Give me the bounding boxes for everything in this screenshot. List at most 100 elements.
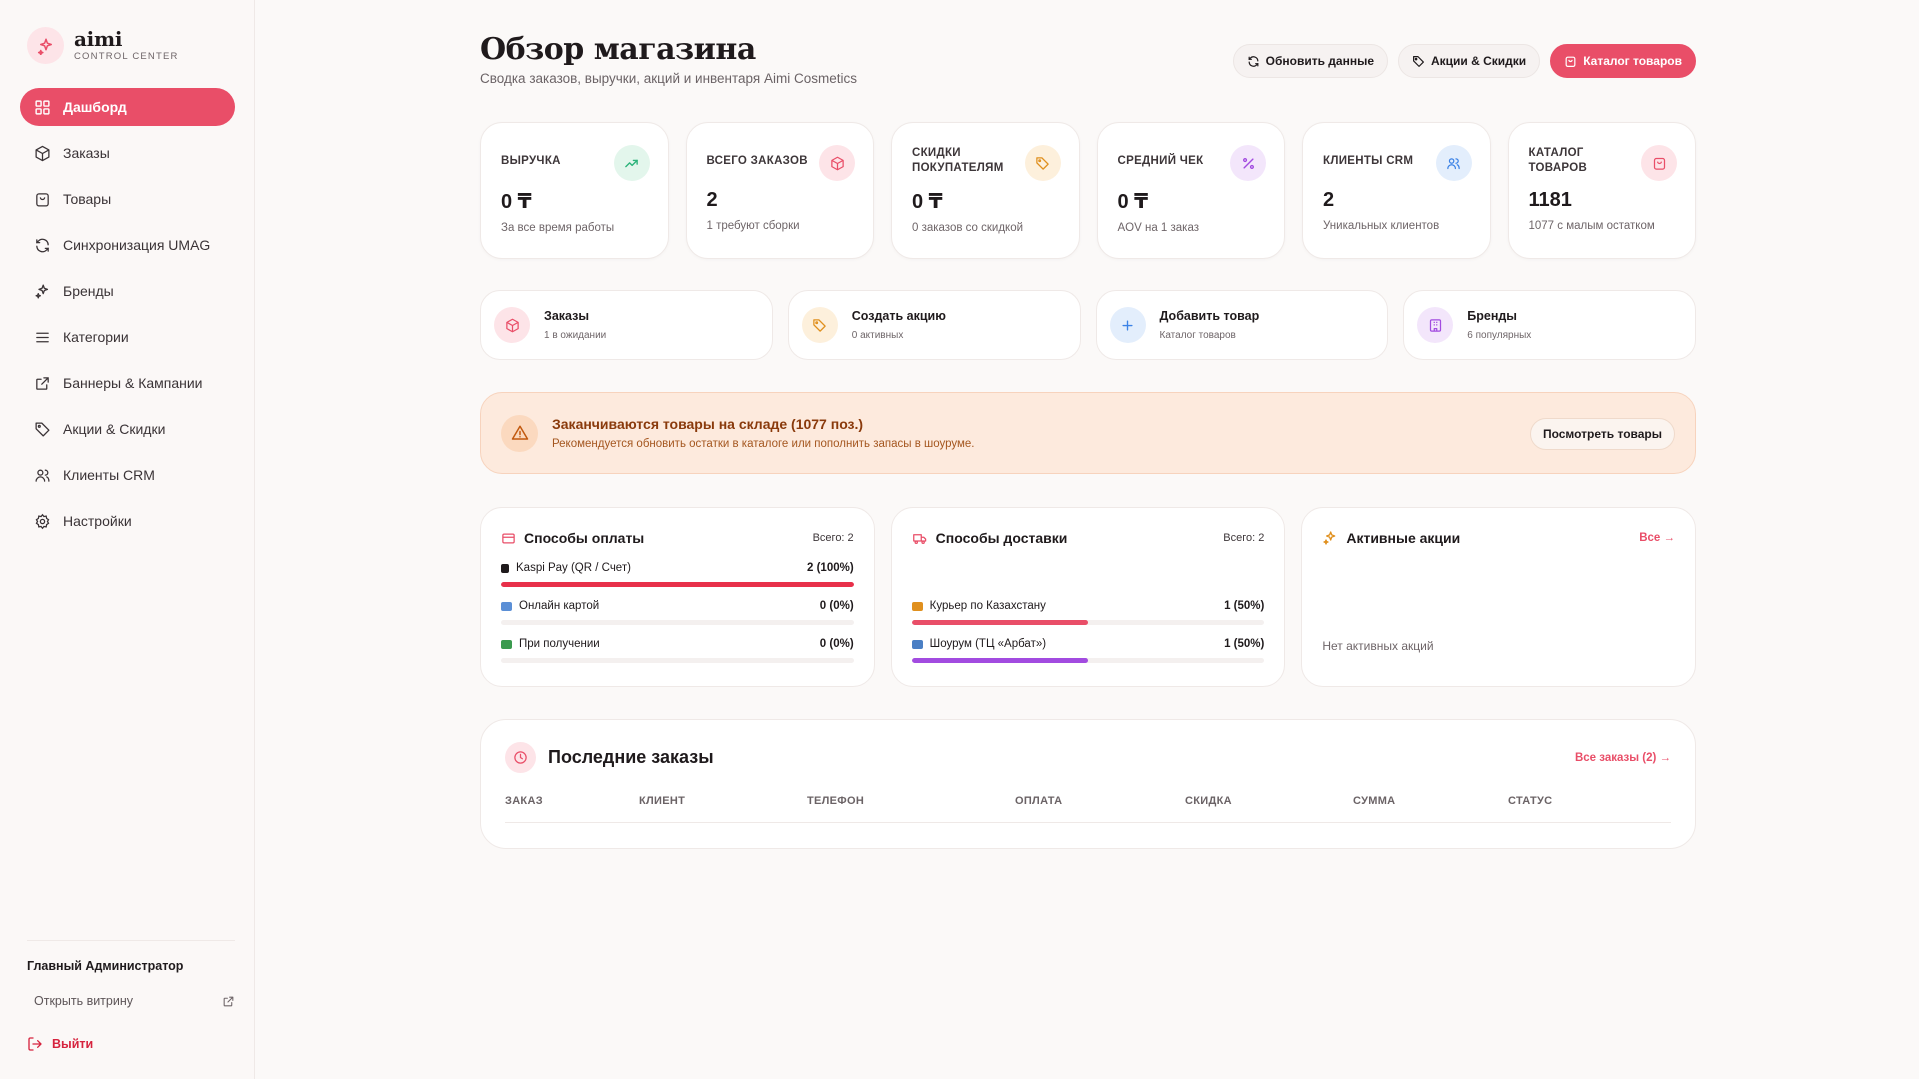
low-stock-alert: Заканчиваются товары на складе (1077 поз… xyxy=(480,392,1696,474)
catalog-button[interactable]: Каталог товаров xyxy=(1550,44,1696,78)
progress-bar xyxy=(501,658,854,663)
row-value: 1 (50%) xyxy=(1224,600,1265,612)
sidebar-item-products[interactable]: Товары xyxy=(20,180,235,218)
sparkle-icon xyxy=(35,283,49,299)
page-subtitle: Сводка заказов, выручки, акций и инвента… xyxy=(480,71,857,86)
stat-card-discounts: Скидки покупателям 0 ₸ 0 заказов со скид… xyxy=(891,122,1080,259)
stat-card-crm: Клиенты CRM 2 Уникальных клиентов xyxy=(1302,122,1491,259)
quick-title: Заказы xyxy=(544,309,590,323)
row-name: Курьер по Казахстану xyxy=(929,600,1046,612)
quick-sub: Каталог товаров xyxy=(1159,330,1236,341)
stat-card-revenue: Выручка 0 ₸ За все время работы xyxy=(480,122,669,259)
row-value: 0 (0%) xyxy=(819,638,854,650)
sidebar-item-label: Заказы xyxy=(63,145,110,161)
external-icon xyxy=(36,376,49,390)
quick-brands[interactable]: Бренды 6 популярных xyxy=(1403,290,1696,360)
plus-icon xyxy=(1109,307,1146,343)
stat-value: 2 xyxy=(706,189,718,211)
all-orders-link[interactable]: Все заказы (2) → xyxy=(1575,752,1671,764)
credit-card-icon xyxy=(502,533,515,543)
box-icon xyxy=(819,145,855,181)
external-link-icon xyxy=(223,996,234,1006)
alert-subtitle: Рекомендуется обновить остатки в каталог… xyxy=(552,438,975,450)
stat-caption: 1 требуют сборки xyxy=(706,220,800,232)
stat-label: Всего заказов xyxy=(706,154,808,167)
column-header[interactable]: Скидка xyxy=(1185,795,1232,807)
sync-icon xyxy=(1248,55,1259,67)
sidebar-item-label: Категории xyxy=(63,329,129,345)
sidebar-item-crm[interactable]: Клиенты CRM xyxy=(20,456,235,494)
admin-name: Главный Администратор xyxy=(27,959,184,973)
stat-label: Клиенты CRM xyxy=(1323,154,1414,167)
payment-methods-panel: Способы оплаты Всего: 2 Kaspi Pay (QR / … xyxy=(480,507,875,687)
column-header[interactable]: Оплата xyxy=(1015,795,1062,807)
all-promos-link[interactable]: Все → xyxy=(1639,532,1675,544)
brand[interactable]: aimi CONTROL CENTER xyxy=(27,27,179,64)
sidebar-item-promos[interactable]: Акции & Скидки xyxy=(20,410,235,448)
column-header[interactable]: Статус xyxy=(1508,795,1552,807)
payment-row: При получении 0 (0%) xyxy=(501,638,854,663)
panel-title: Способы доставки xyxy=(935,530,1068,546)
clock-icon xyxy=(505,742,536,773)
sidebar-item-categories[interactable]: Категории xyxy=(20,318,235,356)
sidebar-item-dashboard[interactable]: Дашборд xyxy=(20,88,235,126)
view-products-button[interactable]: Посмотреть товары xyxy=(1529,418,1675,450)
logout-icon xyxy=(28,1037,42,1051)
payment-row: Kaspi Pay (QR / Счет) 2 (100%) xyxy=(501,562,854,587)
sidebar-item-label: Дашборд xyxy=(63,99,127,115)
quick-orders[interactable]: Заказы 1 в ожидании xyxy=(480,290,773,360)
truck-emoji-icon xyxy=(911,601,923,611)
sidebar-item-orders[interactable]: Заказы xyxy=(20,134,235,172)
sidebar-item-banners[interactable]: Баннеры & Кампании xyxy=(20,364,235,402)
empty-state: Нет активных акций xyxy=(1322,639,1434,653)
stat-caption: 1077 с малым остатком xyxy=(1528,220,1655,232)
row-name: Kaspi Pay (QR / Счет) xyxy=(516,562,631,574)
sparkle-icon xyxy=(27,27,64,64)
quick-add-product[interactable]: Добавить товар Каталог товаров xyxy=(1095,290,1389,360)
progress-fill xyxy=(911,620,1088,625)
open-storefront-link[interactable]: Открыть витрину xyxy=(27,994,235,1008)
progress-fill xyxy=(501,582,854,587)
stat-caption: AOV на 1 заказ xyxy=(1117,222,1200,234)
column-header[interactable]: Сумма xyxy=(1353,795,1395,807)
column-header[interactable]: Заказ xyxy=(505,795,543,807)
sidebar-item-sync[interactable]: Синхронизация UMAG xyxy=(20,226,235,264)
stat-card-catalog: Каталог товаров 1181 1077 с малым остатк… xyxy=(1507,122,1696,259)
sidebar-item-label: Синхронизация UMAG xyxy=(63,237,211,253)
brand-name: aimi xyxy=(74,27,123,51)
logout-button[interactable]: Выйти xyxy=(27,1036,235,1052)
stat-label: Каталог товаров xyxy=(1528,147,1588,174)
row-value: 2 (100%) xyxy=(807,562,854,574)
open-storefront-label: Открыть витрину xyxy=(34,994,133,1008)
sidebar-item-brands[interactable]: Бренды xyxy=(20,272,235,310)
progress-fill xyxy=(911,658,1088,663)
box-icon xyxy=(35,145,50,161)
row-value: 1 (50%) xyxy=(1224,638,1265,650)
tag-icon xyxy=(1413,55,1424,67)
promos-label: Акции & Скидки xyxy=(1431,54,1527,68)
sidebar-nav: Дашборд Заказы Товары Синхронизация UMAG… xyxy=(20,88,235,548)
quick-create-promo[interactable]: Создать акцию 0 активных xyxy=(787,290,1081,360)
panel-title: Активные акции xyxy=(1346,530,1461,546)
orders-table-header: Заказ Клиент Телефон Оплата Скидка Сумма… xyxy=(505,795,1671,823)
delivery-row: Курьер по Казахстану 1 (50%) xyxy=(911,600,1265,625)
panel-title: Способы оплаты xyxy=(524,530,645,546)
panel-total: Всего: 2 xyxy=(1223,532,1265,544)
trend-up-icon xyxy=(613,145,650,181)
refresh-button[interactable]: Обновить данные xyxy=(1232,44,1388,78)
sidebar-item-settings[interactable]: Настройки xyxy=(20,502,235,540)
sidebar-item-label: Бренды xyxy=(63,283,114,299)
sidebar-item-label: Товары xyxy=(63,191,112,207)
quick-title: Бренды xyxy=(1467,309,1517,323)
stat-value: 0 ₸ xyxy=(1117,191,1149,213)
dashboard-icon xyxy=(35,99,50,115)
stat-caption: 0 заказов со скидкой xyxy=(912,222,1024,234)
column-header[interactable]: Телефон xyxy=(807,795,864,807)
progress-bar xyxy=(911,620,1265,625)
promos-button[interactable]: Акции & Скидки xyxy=(1398,44,1541,78)
list-icon xyxy=(36,332,49,342)
quick-sub: 6 популярных xyxy=(1467,330,1532,341)
stat-caption: Уникальных клиентов xyxy=(1323,220,1440,232)
catalog-label: Каталог товаров xyxy=(1583,54,1682,68)
column-header[interactable]: Клиент xyxy=(639,795,685,807)
